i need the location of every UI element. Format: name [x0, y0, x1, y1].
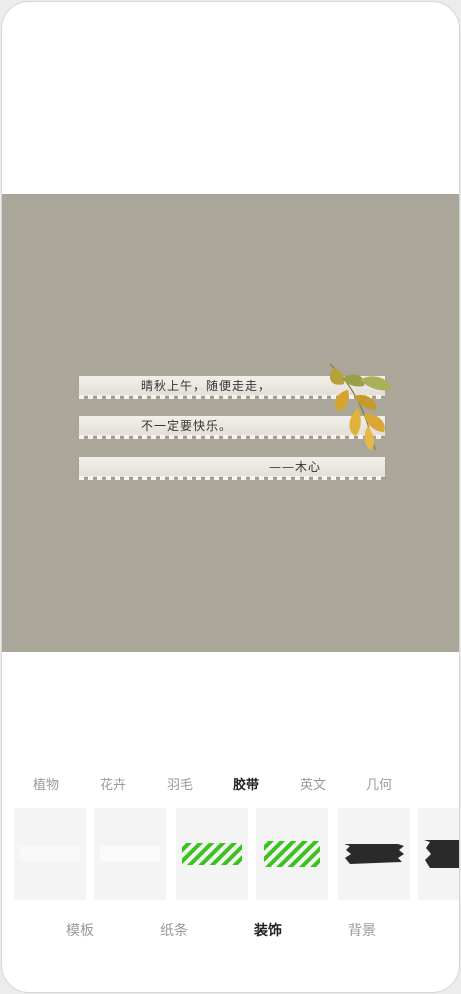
black-tape-icon	[344, 844, 404, 864]
green-stripe-tape-icon	[264, 841, 320, 867]
poem-author: ——木心	[269, 460, 322, 474]
tape-tile-6[interactable]	[418, 808, 459, 900]
tape-tile-4[interactable]	[256, 808, 328, 900]
nav-decorations[interactable]: 装饰	[233, 920, 303, 940]
tape-tile-5[interactable]	[338, 808, 410, 900]
poster-canvas[interactable]: 晴秋上午，随便走走， 不一定要快乐。 ——木心	[2, 194, 459, 652]
tab-flowers[interactable]: 花卉	[83, 774, 143, 793]
poem-line-2: 不一定要快乐。	[141, 419, 233, 433]
tab-feathers[interactable]: 羽毛	[150, 774, 210, 793]
phone-frame: 晴秋上午，随便走走， 不一定要快乐。 ——木心 植物 花卉 羽毛 胶带 英文 几…	[1, 1, 460, 993]
leaf-sticker[interactable]	[320, 362, 400, 454]
nav-background[interactable]: 背景	[327, 920, 397, 940]
tape-tile-2[interactable]	[94, 808, 166, 900]
tab-english[interactable]: 英文	[283, 774, 343, 793]
tab-plants[interactable]: 植物	[16, 774, 76, 793]
nav-paper-strips[interactable]: 纸条	[139, 920, 209, 940]
green-stripe-tape-icon	[182, 843, 242, 865]
tab-geometry[interactable]: 几何	[349, 774, 409, 793]
paper-strip-3[interactable]: ——木心	[79, 457, 385, 480]
tape-tile-list[interactable]	[2, 808, 459, 900]
black-tape-icon	[424, 840, 459, 868]
sticker-category-tabs: 植物 花卉 羽毛 胶带 英文 几何	[2, 774, 459, 798]
tab-tape[interactable]: 胶带	[216, 774, 276, 793]
poem-line-1: 晴秋上午，随便走走，	[141, 379, 272, 393]
bottom-nav: 模板 纸条 装饰 背景	[2, 920, 459, 944]
tape-tile-1[interactable]	[14, 808, 86, 900]
white-tape-icon	[20, 846, 80, 862]
nav-templates[interactable]: 模板	[45, 920, 115, 940]
white-tape-icon	[100, 846, 160, 862]
tape-tile-3[interactable]	[176, 808, 248, 900]
